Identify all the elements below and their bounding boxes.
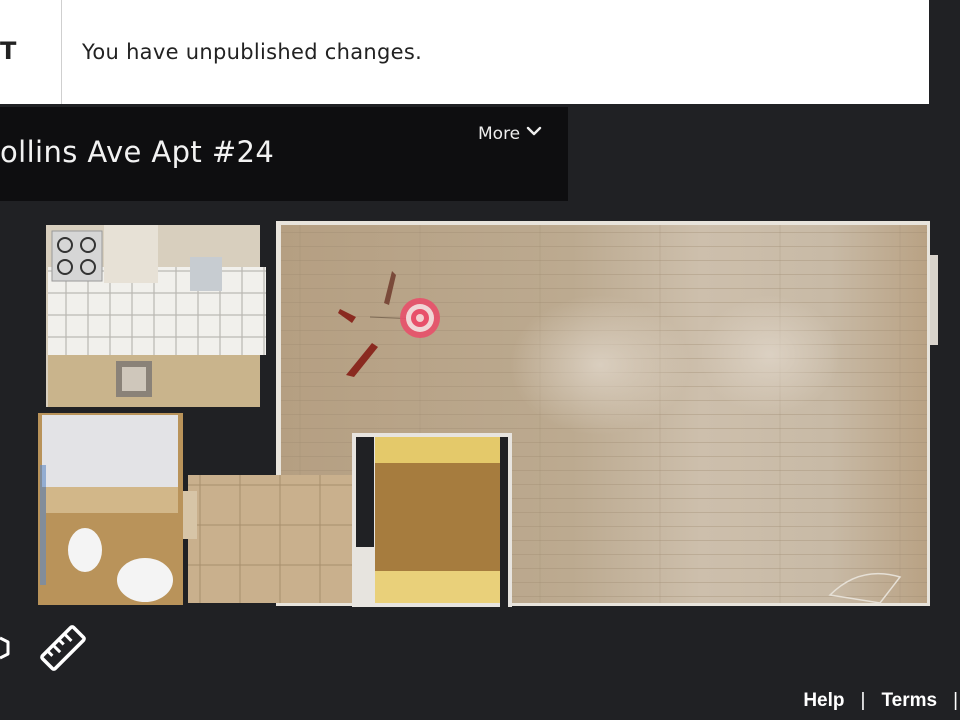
cube-icon[interactable] (0, 632, 10, 662)
more-label: More (478, 123, 521, 144)
terms-link[interactable]: Terms (881, 690, 937, 712)
unpublished-changes-banner: T You have unpublished changes. (0, 0, 929, 104)
property-header: ollins Ave Apt #24 More (0, 107, 568, 201)
banner-divider (61, 0, 62, 104)
footer-separator-trailing: | (953, 690, 958, 711)
floor-plan-view[interactable] (0, 205, 960, 615)
kitchen (46, 225, 266, 407)
chevron-down-icon (526, 123, 542, 144)
help-link[interactable]: Help (803, 690, 844, 712)
more-button[interactable]: More (478, 123, 542, 144)
footer-separator: | (860, 690, 866, 711)
property-title: ollins Ave Apt #24 (0, 135, 275, 169)
bedroom (352, 433, 512, 607)
unpublished-changes-message: You have unpublished changes. (82, 40, 423, 64)
position-marker-icon[interactable] (400, 298, 440, 338)
footer-links: Help | Terms | (803, 688, 960, 714)
bathroom (38, 413, 183, 605)
hallway (183, 475, 354, 603)
banner-edge-letter: T (0, 37, 17, 65)
ruler-icon[interactable] (38, 624, 88, 672)
